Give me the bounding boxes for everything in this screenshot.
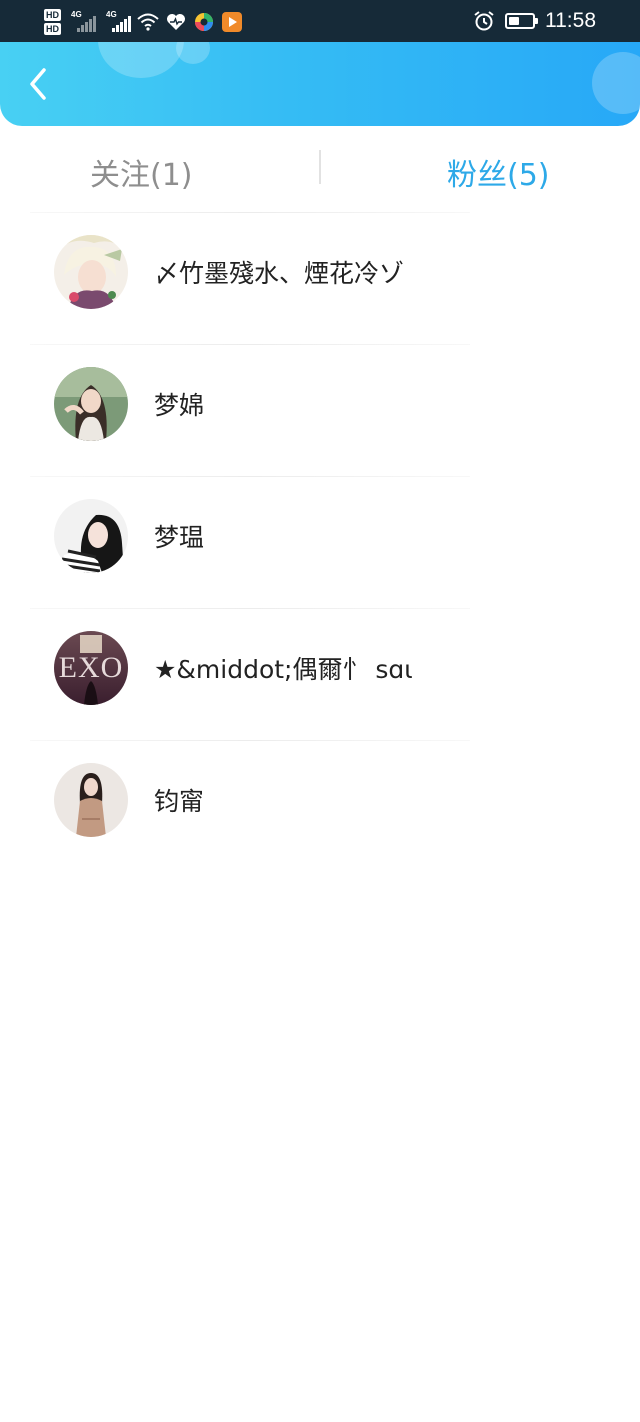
fan-list: 〆竹墨殘水、煙花冷ゾ 梦婂 梦瑥 EXO ★&middot;偶爾忄 sɑι 钧甯 [0,212,640,872]
network-2-label: 4G [106,10,117,19]
row-divider [30,476,470,477]
fan-name[interactable]: 钧甯 [154,740,204,860]
list-item[interactable]: 梦婂 [0,344,640,476]
avatar[interactable]: EXO [54,631,128,705]
health-heart-icon [165,11,187,33]
fan-name[interactable]: 〆竹墨殘水、煙花冷ゾ [154,212,404,332]
list-item[interactable]: 梦瑥 [0,476,640,608]
status-bar-left: HD HD 4G 4G [44,4,243,40]
decor-bubble [176,42,210,64]
signal-1-icon: 4G [71,10,96,32]
video-app-icon [221,11,243,33]
alarm-icon [473,10,495,32]
network-1-label: 4G [71,10,82,19]
avatar[interactable] [54,763,128,837]
list-item[interactable]: 〆竹墨殘水、煙花冷ゾ [0,212,640,344]
avatar-text: EXO [59,651,124,684]
hd-label-1: HD [44,9,61,21]
avatar[interactable] [54,235,128,309]
wifi-icon [137,11,159,33]
header-bar [0,42,640,126]
fan-name[interactable]: 梦婂 [154,344,204,464]
back-button[interactable] [18,64,58,104]
tab-fans[interactable]: 粉丝(5) [447,130,550,214]
avatar[interactable] [54,367,128,441]
list-item[interactable]: 钧甯 [0,740,640,872]
row-divider [30,740,470,741]
hd-label-2: HD [44,23,61,35]
tab-bar: 关注(1) 粉丝(5) [0,130,640,214]
decor-bubble [592,52,640,114]
fan-name[interactable]: 梦瑥 [154,476,204,596]
tab-divider [319,150,321,184]
row-divider [30,344,470,345]
signal-2-icon: 4G [106,10,131,32]
hd-indicators: HD HD [44,9,61,35]
fan-name[interactable]: ★&middot;偶爾忄 sɑι [154,608,413,728]
status-bar-right: 11:58 [473,0,596,42]
list-item[interactable]: EXO ★&middot;偶爾忄 sɑι [0,608,640,740]
app-colorful-icon [193,11,215,33]
status-bar: HD HD 4G 4G 11:58 [0,0,640,42]
battery-icon [505,13,538,29]
decor-bubble [98,42,184,78]
chevron-left-icon [30,68,46,100]
avatar[interactable] [54,499,128,573]
tab-following[interactable]: 关注(1) [90,130,193,214]
clock-time: 11:58 [545,9,596,32]
